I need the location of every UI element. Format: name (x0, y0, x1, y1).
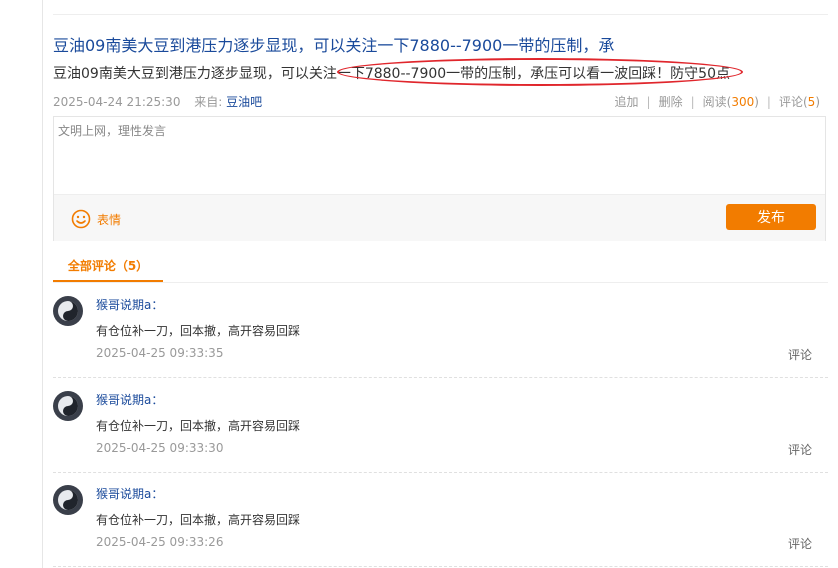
comment-input[interactable] (54, 117, 825, 193)
reply-link[interactable]: 评论 (788, 535, 812, 552)
avatar[interactable] (53, 391, 83, 421)
source-label: 来自: (194, 95, 223, 109)
editor-toolbar: 表情 发布 (54, 194, 825, 241)
comment-tabs: 全部评论（5） (53, 252, 828, 283)
post-actions: 追加 | 删除 | 阅读(300) | 评论(5) (615, 93, 821, 110)
post-title[interactable]: 豆油09南美大豆到港压力逐步显现，可以关注一下7880--7900一带的压制，承 (53, 32, 614, 56)
comment-author[interactable]: 猴哥说期a： (96, 296, 163, 313)
comment-time: 2025-04-25 09:33:26 (96, 535, 224, 549)
comment-label: 评论 (778, 95, 803, 109)
highlight-ellipse (337, 58, 743, 86)
append-link[interactable]: 追加 (615, 95, 639, 109)
comment-time: 2025-04-25 09:33:30 (96, 441, 224, 455)
comment-text: 有仓位补一刀，回本撤，高开容易回踩 (96, 324, 301, 338)
left-divider (42, 0, 43, 568)
tab-all-comments[interactable]: 全部评论（5） (53, 252, 163, 282)
comment-item: 猴哥说期a： 有仓位补一刀，回本撤，高开容易回踩 2025-04-25 09:3… (53, 472, 828, 567)
comment-item: 猴哥说期a： 有仓位补一刀，回本撤，高开容易回踩 2025-04-25 09:3… (53, 283, 828, 378)
delete-link[interactable]: 删除 (659, 95, 683, 109)
post-meta: 2025-04-24 21:25:30 来自: 豆油吧 (53, 93, 262, 110)
avatar[interactable] (53, 485, 83, 515)
top-divider (53, 14, 828, 15)
comment-number: 5 (807, 95, 816, 109)
comment-count-link[interactable]: 评论(5) (779, 95, 820, 109)
read-label: 阅读 (702, 95, 727, 109)
source-link[interactable]: 豆油吧 (226, 95, 262, 109)
publish-button[interactable]: 发布 (726, 204, 816, 230)
read-count: 阅读(300) (702, 95, 759, 109)
reply-link[interactable]: 评论 (788, 346, 812, 363)
separator: | (690, 95, 695, 109)
post-time: 2025-04-24 21:25:30 (53, 95, 181, 109)
comment-editor: 表情 发布 (53, 116, 826, 241)
comment-time: 2025-04-25 09:33:35 (96, 346, 224, 360)
read-number: 300 (731, 95, 755, 109)
comment-text: 有仓位补一刀，回本撤，高开容易回踩 (96, 419, 301, 433)
comment-text: 有仓位补一刀，回本撤，高开容易回踩 (96, 513, 301, 527)
separator: | (646, 95, 651, 109)
reply-link[interactable]: 评论 (788, 441, 812, 458)
smiley-icon (71, 209, 91, 229)
avatar[interactable] (53, 296, 83, 326)
comment-author[interactable]: 猴哥说期a： (96, 391, 163, 408)
separator: | (766, 95, 771, 109)
emoji-label: 表情 (97, 212, 122, 227)
emoji-button[interactable]: 表情 (71, 209, 121, 229)
comment-author[interactable]: 猴哥说期a： (96, 485, 163, 502)
comment-item: 猴哥说期a： 有仓位补一刀，回本撤，高开容易回踩 2025-04-25 09:3… (53, 378, 828, 473)
